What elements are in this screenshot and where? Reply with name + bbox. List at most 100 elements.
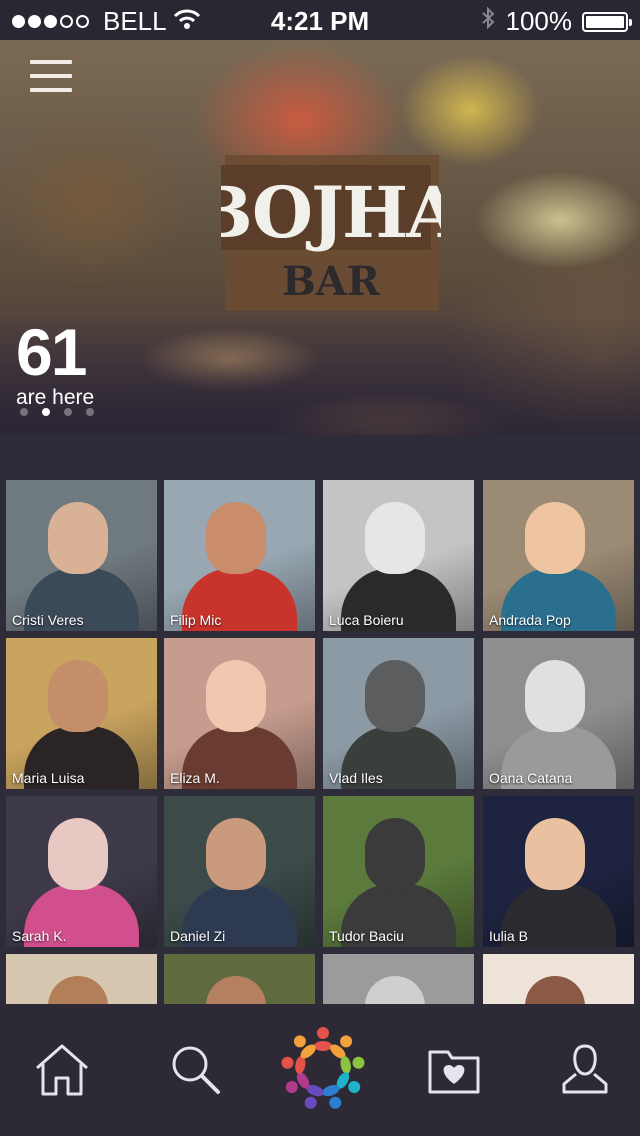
person-name: Filip Mic bbox=[170, 612, 222, 628]
status-right: 100% bbox=[480, 6, 632, 37]
page-dot[interactable] bbox=[86, 408, 94, 416]
person-photo bbox=[483, 638, 634, 789]
venue-header: BOJHA BAR 61 are here bbox=[0, 40, 640, 435]
ring-person-head bbox=[352, 1056, 365, 1069]
venue-logo: BOJHA BAR bbox=[193, 155, 464, 315]
person-tile[interactable] bbox=[6, 954, 157, 1004]
menu-icon[interactable] bbox=[30, 60, 72, 92]
page-dot[interactable] bbox=[20, 408, 28, 416]
search-icon bbox=[172, 1046, 220, 1094]
page-dot[interactable] bbox=[64, 408, 72, 416]
heart-folder-icon bbox=[428, 1050, 480, 1094]
bluetooth-icon bbox=[480, 6, 496, 37]
person-silhouette-head bbox=[48, 502, 108, 574]
status-bar: BELL 4:21 PM 100% bbox=[0, 0, 640, 40]
person-name: Oana Catana bbox=[489, 770, 573, 786]
people-count: 61 bbox=[16, 315, 87, 389]
ring-person-head bbox=[348, 1081, 361, 1093]
person-silhouette-head bbox=[525, 976, 585, 1004]
person-name: Sarah K. bbox=[12, 928, 67, 944]
person-tile[interactable]: Iulia B bbox=[483, 796, 634, 947]
person-photo bbox=[164, 796, 315, 947]
person-tile[interactable] bbox=[483, 954, 634, 1004]
ring-person-head bbox=[304, 1096, 317, 1109]
person-photo bbox=[164, 638, 315, 789]
ring-person-head bbox=[340, 1035, 353, 1048]
person-photo bbox=[483, 480, 634, 631]
person-tile[interactable]: Maria Luisa bbox=[6, 638, 157, 789]
person-silhouette-head bbox=[365, 976, 425, 1004]
person-silhouette-head bbox=[525, 818, 585, 890]
tab-home[interactable] bbox=[27, 1034, 97, 1104]
person-silhouette-head bbox=[365, 502, 425, 574]
ring-person-head bbox=[293, 1035, 306, 1048]
person-name: Daniel Zi bbox=[170, 928, 226, 944]
person-tile[interactable]: Oana Catana bbox=[483, 638, 634, 789]
person-silhouette-head bbox=[525, 660, 585, 732]
person-silhouette-head bbox=[206, 502, 266, 574]
person-photo bbox=[483, 796, 634, 947]
tab-profile[interactable] bbox=[550, 1034, 620, 1104]
person-silhouette-head bbox=[365, 818, 425, 890]
home-icon bbox=[36, 1044, 88, 1096]
people-circle-icon bbox=[281, 1027, 365, 1109]
user-icon bbox=[562, 1044, 608, 1094]
person-tile[interactable]: Eliza M. bbox=[164, 638, 315, 789]
person-photo bbox=[323, 954, 474, 1004]
people-grid: Cristi Veres Filip Mic Luca Boieru Andrada … bbox=[0, 480, 640, 1004]
people-label: are here bbox=[16, 386, 95, 409]
person-silhouette-head bbox=[206, 660, 266, 732]
tab-search[interactable] bbox=[160, 1034, 230, 1104]
person-tile[interactable]: Cristi Veres bbox=[6, 480, 157, 631]
person-tile[interactable]: Vlad Iles bbox=[323, 638, 474, 789]
person-tile[interactable]: Tudor Baciu bbox=[323, 796, 474, 947]
person-photo bbox=[164, 954, 315, 1004]
person-name: Cristi Veres bbox=[12, 612, 84, 628]
person-silhouette-head bbox=[365, 660, 425, 732]
ring-person-head bbox=[317, 1027, 329, 1039]
person-silhouette-head bbox=[48, 660, 108, 732]
person-tile[interactable]: Daniel Zi bbox=[164, 796, 315, 947]
person-tile[interactable] bbox=[323, 954, 474, 1004]
ring-person-head bbox=[329, 1096, 342, 1109]
person-photo bbox=[6, 480, 157, 631]
person-tile[interactable]: Sarah K. bbox=[6, 796, 157, 947]
page-dot-active[interactable] bbox=[42, 408, 50, 416]
carousel-pager[interactable] bbox=[20, 408, 94, 416]
person-photo bbox=[6, 638, 157, 789]
person-silhouette-head bbox=[525, 502, 585, 574]
person-name: Tudor Baciu bbox=[329, 928, 404, 944]
person-name: Eliza M. bbox=[170, 770, 220, 786]
person-tile[interactable] bbox=[164, 954, 315, 1004]
person-photo bbox=[323, 638, 474, 789]
tab-bar bbox=[0, 1004, 640, 1136]
person-photo bbox=[6, 954, 157, 1004]
person-photo bbox=[483, 954, 634, 1004]
person-silhouette-head bbox=[206, 818, 266, 890]
svg-text:BAR: BAR bbox=[282, 258, 381, 305]
person-name: Vlad Iles bbox=[329, 770, 383, 786]
ring-person-body bbox=[314, 1041, 332, 1051]
person-name: Maria Luisa bbox=[12, 770, 85, 786]
people-counter: 61 are here bbox=[16, 315, 95, 410]
person-photo bbox=[164, 480, 315, 631]
person-photo bbox=[6, 796, 157, 947]
tab-favorites[interactable] bbox=[418, 1034, 488, 1104]
person-photo bbox=[323, 796, 474, 947]
person-silhouette-head bbox=[206, 976, 266, 1004]
ring-person-head bbox=[285, 1081, 298, 1093]
person-name: Iulia B bbox=[489, 928, 528, 944]
person-name: Luca Boieru bbox=[329, 612, 404, 628]
person-photo bbox=[323, 480, 474, 631]
person-name: Andrada Pop bbox=[489, 612, 571, 628]
battery-percent: 100% bbox=[505, 6, 573, 36]
svg-text:BOJHA: BOJHA bbox=[221, 171, 441, 254]
tab-check-in[interactable] bbox=[268, 1014, 378, 1124]
person-tile[interactable]: Luca Boieru bbox=[323, 480, 474, 631]
person-tile[interactable]: Andrada Pop bbox=[483, 480, 634, 631]
ring-person-head bbox=[281, 1056, 294, 1069]
battery-icon bbox=[582, 11, 632, 32]
person-silhouette-head bbox=[48, 976, 108, 1004]
person-silhouette-head bbox=[48, 818, 108, 890]
person-tile[interactable]: Filip Mic bbox=[164, 480, 315, 631]
